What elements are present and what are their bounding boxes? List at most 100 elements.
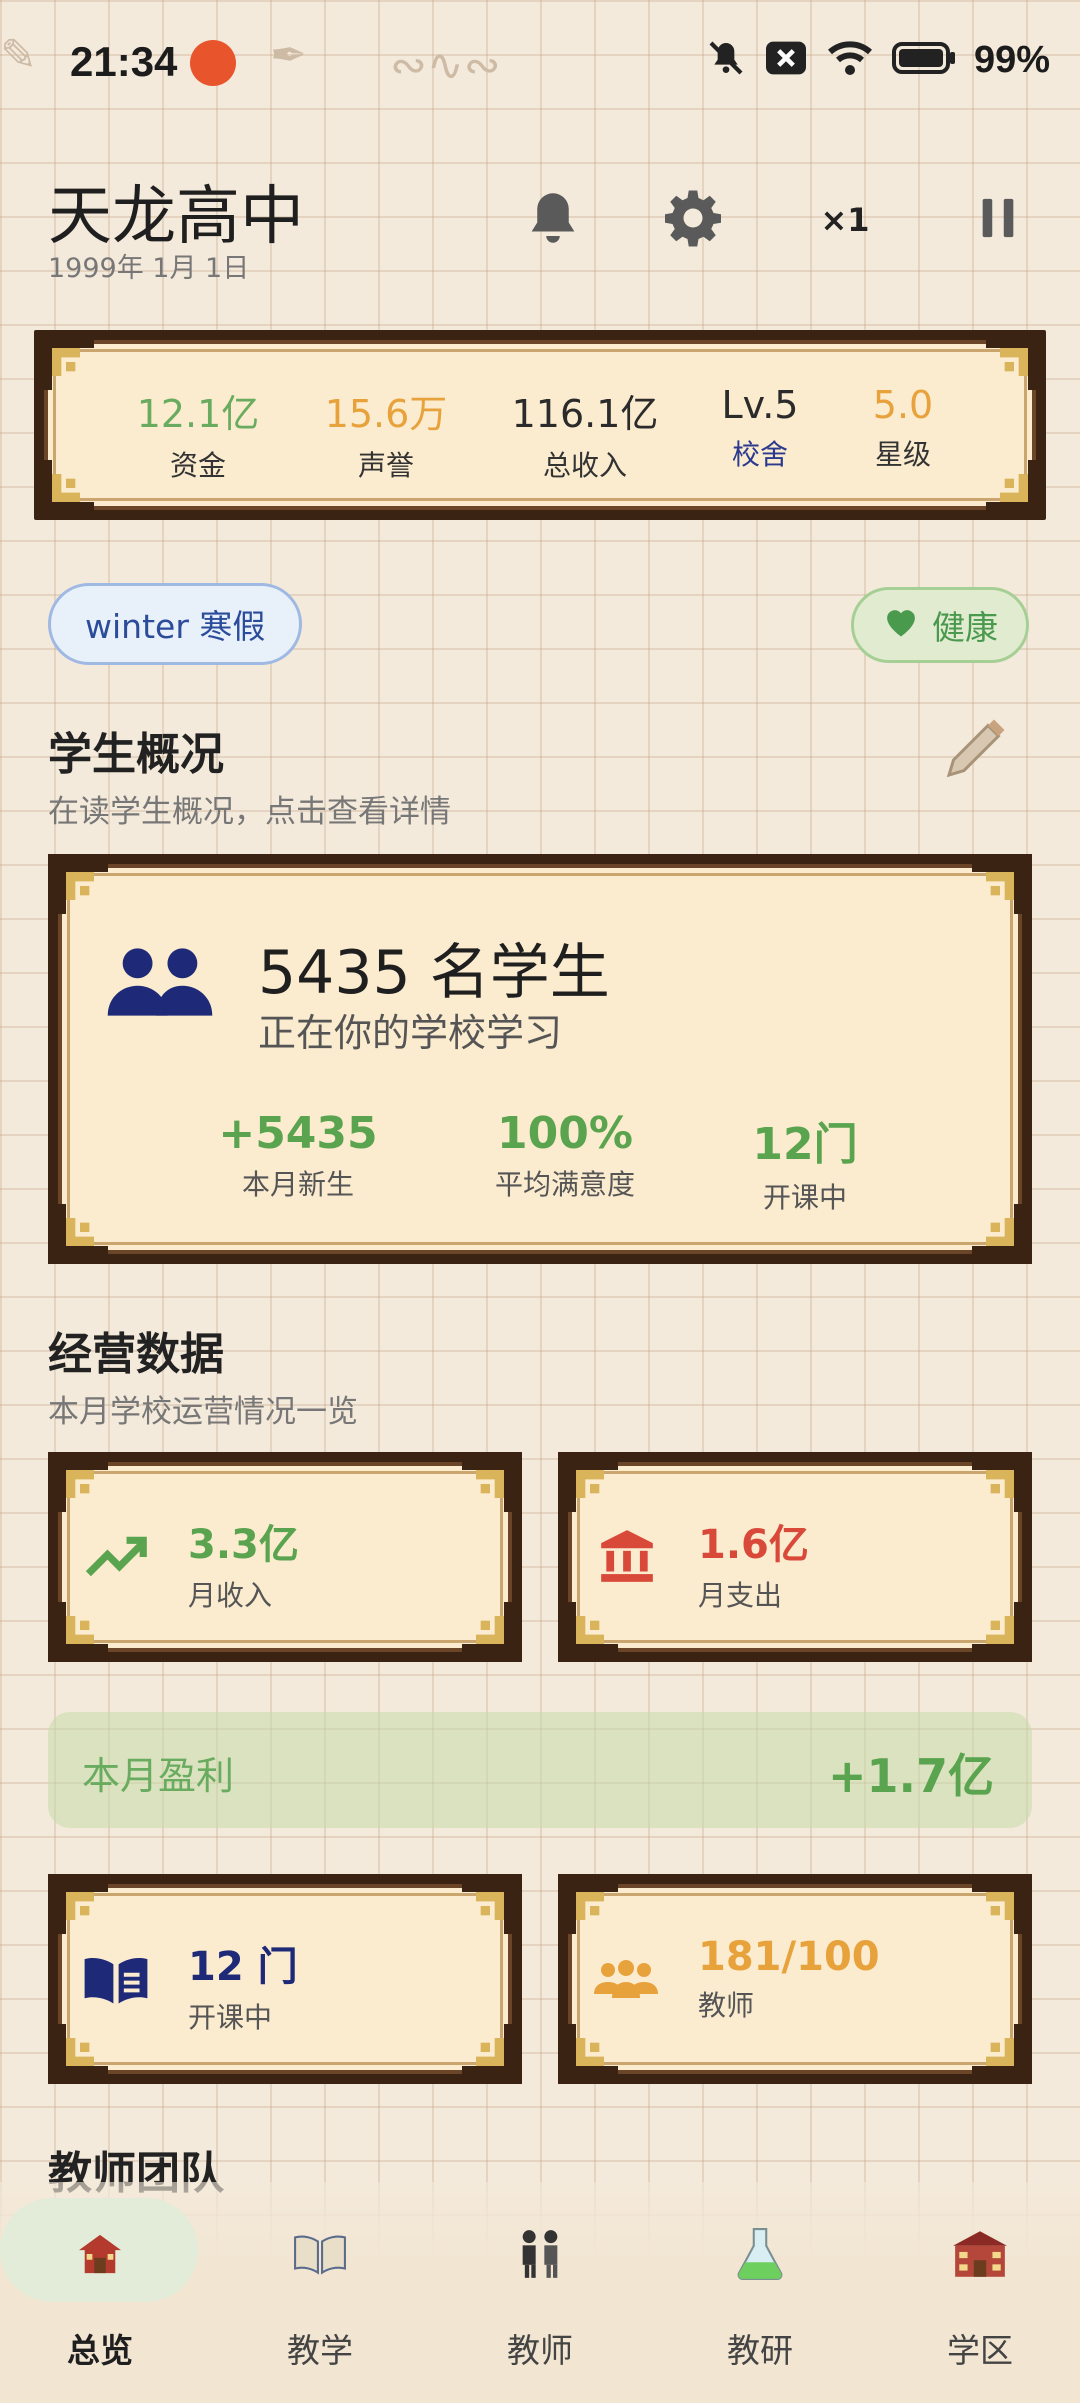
section-subtitle-students: 在读学生概况，点击查看详情 xyxy=(48,794,451,830)
metric-label: 平均满意度 xyxy=(494,1168,635,1201)
nav-tab-research[interactable]: 教研 xyxy=(660,2200,860,2372)
frame-corner-ornament xyxy=(562,1456,618,1512)
courses-text: 12 门 开课中 xyxy=(188,1934,298,2036)
courses-label: 开课中 xyxy=(188,2001,273,2034)
season-chip[interactable]: winter 寒假 xyxy=(48,583,303,665)
frame-corner-ornament xyxy=(986,334,1042,390)
frame-corner-ornament xyxy=(52,2024,108,2080)
frame-corner-ornament xyxy=(52,1456,108,1512)
courses-value: 12 门 xyxy=(188,1944,298,1990)
frame-corner-ornament xyxy=(972,1204,1028,1260)
frame-corner-ornament xyxy=(462,1878,518,1934)
stat-reputation: 15.6万 声誉 xyxy=(301,383,471,484)
teacher-group-icon xyxy=(590,1960,662,2004)
monthly-expense-value: 1.6亿 xyxy=(698,1522,809,1568)
app-notification-icon xyxy=(190,40,236,86)
mute-icon xyxy=(706,38,746,82)
frame-corner-ornament xyxy=(52,1602,108,1658)
nav-label: 教学 xyxy=(287,2331,353,2370)
frame-corner-ornament xyxy=(38,334,94,390)
stat-star-rating: 5.0 星级 xyxy=(818,383,988,473)
stat-funds: 12.1亿 资金 xyxy=(113,383,283,484)
nav-tab-overview[interactable]: 总览 xyxy=(0,2200,200,2372)
section-title-operations: 经营数据 xyxy=(48,1329,224,1380)
frame-corner-ornament xyxy=(38,460,94,516)
trending-up-icon xyxy=(85,1535,148,1583)
open-book-icon xyxy=(82,1952,150,2012)
stat-label: 星级 xyxy=(874,438,931,471)
stat-value: 12.1亿 xyxy=(136,392,260,436)
teachers-icon xyxy=(440,2200,640,2308)
metric-label: 本月新生 xyxy=(241,1168,354,1201)
nav-label: 总览 xyxy=(67,2331,133,2370)
monthly-expense-text: 1.6亿 月支出 xyxy=(698,1512,809,1614)
frame-corner-ornament xyxy=(462,2024,518,2080)
settings-button[interactable] xyxy=(658,185,728,255)
game-date: 1999年 1月 1日 xyxy=(48,253,250,284)
nav-label: 教研 xyxy=(727,2331,793,2370)
frame-corner-ornament xyxy=(562,2024,618,2080)
teachers-text: 181/100 教师 xyxy=(698,1934,880,2024)
school-name: 天龙高中 xyxy=(48,180,304,254)
speed-label: ×1 xyxy=(820,201,870,239)
metric-satisfaction: 100% 平均满意度 xyxy=(445,1108,685,1203)
frame-corner-ornament xyxy=(52,1204,108,1260)
campus-building-icon xyxy=(880,2200,1080,2308)
heart-icon xyxy=(882,604,920,646)
stat-value: 116.1亿 xyxy=(511,392,659,436)
wifi-icon xyxy=(826,38,874,82)
notifications-button[interactable] xyxy=(518,185,588,255)
nav-tab-campus[interactable]: 学区 xyxy=(880,2200,1080,2372)
frame-corner-ornament xyxy=(462,1456,518,1512)
student-count-desc: 正在你的学校学习 xyxy=(258,1011,563,1055)
metric-value: 100% xyxy=(497,1108,633,1159)
health-status-chip[interactable]: 健康 xyxy=(851,587,1029,663)
frame-corner-ornament xyxy=(986,460,1042,516)
battery-icon xyxy=(891,40,956,80)
stat-label: 总收入 xyxy=(542,449,627,482)
metric-value: +5435 xyxy=(218,1108,378,1159)
monthly-profit-value: +1.7亿 xyxy=(827,1749,994,1803)
stat-value: 15.6万 xyxy=(324,392,448,436)
teachers-label: 教师 xyxy=(698,1989,755,2022)
pause-button[interactable] xyxy=(963,185,1033,255)
section-title-students: 学生概况 xyxy=(48,729,224,780)
edit-pencil-icon[interactable] xyxy=(940,712,1012,788)
gear-icon xyxy=(663,188,723,252)
stat-total-income: 116.1亿 总收入 xyxy=(500,383,670,484)
nav-tab-teaching[interactable]: 教学 xyxy=(220,2200,420,2372)
stat-label: 声誉 xyxy=(357,449,414,482)
school-house-icon xyxy=(0,2200,200,2308)
monthly-profit-label: 本月盈利 xyxy=(82,1754,235,1798)
frame-corner-ornament xyxy=(462,1602,518,1658)
open-book-icon xyxy=(220,2200,420,2308)
section-subtitle-operations: 本月学校运营情况一览 xyxy=(48,1394,358,1430)
stat-label: 资金 xyxy=(169,449,226,482)
monthly-income-value: 3.3亿 xyxy=(188,1522,299,1568)
bank-building-icon xyxy=(596,1525,658,1591)
frame-corner-ornament xyxy=(562,1602,618,1658)
frame-corner-ornament xyxy=(52,858,108,914)
frame-corner-ornament xyxy=(972,2024,1028,2080)
season-label: winter 寒假 xyxy=(85,607,266,646)
nav-tab-teachers[interactable]: 教师 xyxy=(440,2200,640,2372)
frame-corner-ornament xyxy=(972,1602,1028,1658)
nav-label: 教师 xyxy=(507,2331,573,2370)
flask-icon xyxy=(660,2200,860,2308)
frame-corner-ornament xyxy=(972,1456,1028,1512)
no-sim-icon xyxy=(764,38,808,82)
health-label: 健康 xyxy=(932,608,998,647)
speed-button[interactable]: ×1 xyxy=(810,185,880,255)
monthly-income-label: 月收入 xyxy=(188,1579,273,1612)
frame-corner-ornament xyxy=(562,1878,618,1934)
frame-corner-ornament xyxy=(972,1878,1028,1934)
metric-courses: 12门 开课中 xyxy=(685,1108,925,1216)
teachers-value: 181/100 xyxy=(698,1934,880,1980)
pause-icon xyxy=(978,195,1018,245)
stat-value: 5.0 xyxy=(872,383,934,427)
metric-label: 开课中 xyxy=(762,1181,847,1214)
monthly-expense-label: 月支出 xyxy=(698,1579,783,1612)
frame-corner-ornament xyxy=(52,1878,108,1934)
frame-corner-ornament xyxy=(972,858,1028,914)
student-count: 5435 名学生 xyxy=(258,938,610,1008)
